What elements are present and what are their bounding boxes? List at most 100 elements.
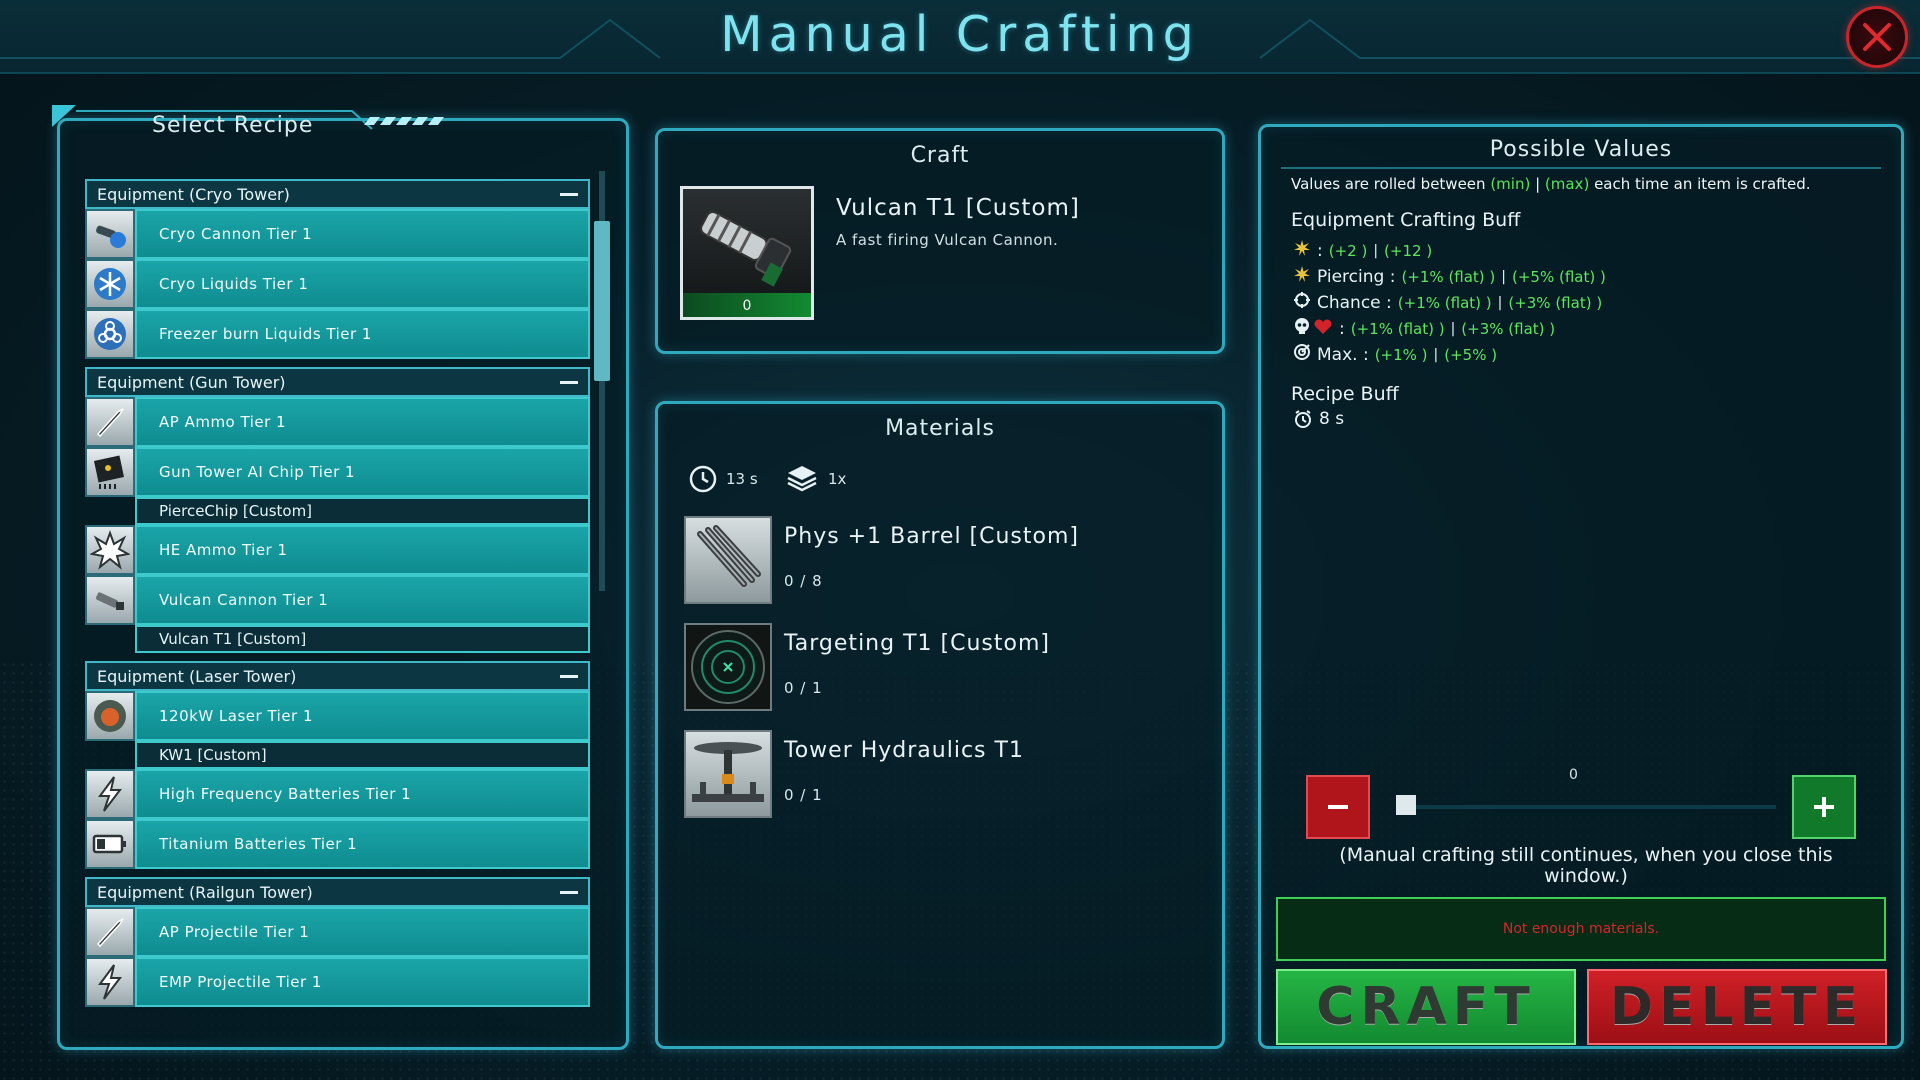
material-count: 0 / 1 bbox=[784, 786, 823, 804]
buff-line: Piercing : (+1% (flat) ) | (+5% (flat) ) bbox=[1293, 265, 1606, 288]
status-text: Not enough materials. bbox=[1502, 921, 1660, 937]
burst-icon bbox=[1293, 239, 1311, 262]
recipe-variant-item[interactable]: Vulcan T1 [Custom] bbox=[85, 625, 590, 653]
recipe-time-line: 8 s bbox=[1293, 409, 1344, 429]
material-count: 0 / 8 bbox=[784, 572, 823, 590]
recipe-item[interactable]: Gun Tower AI Chip Tier 1 bbox=[85, 447, 590, 497]
clock-icon bbox=[689, 465, 717, 493]
buff-line: : (+1% (flat) ) | (+3% (flat) ) bbox=[1293, 317, 1555, 340]
bullet-icon bbox=[85, 907, 135, 957]
target-icon bbox=[1293, 343, 1311, 366]
craft-button[interactable]: CRAFT bbox=[1276, 969, 1576, 1045]
recipe-group-name: Equipment (Railgun Tower) bbox=[97, 882, 313, 902]
recipe-group-header[interactable]: Equipment (Laser Tower) bbox=[85, 661, 590, 691]
craft-panel-title: Craft bbox=[910, 143, 970, 168]
quantity-slider-handle[interactable] bbox=[1396, 795, 1416, 815]
buff-max: (+5% (flat) ) bbox=[1512, 267, 1606, 286]
laser-icon bbox=[85, 691, 135, 741]
delete-button[interactable]: DELETE bbox=[1587, 969, 1887, 1045]
buff-sep: | bbox=[1450, 320, 1456, 337]
material-thumbnail bbox=[684, 516, 772, 604]
bullet-icon bbox=[85, 397, 135, 447]
buff-max: (+3% (flat) ) bbox=[1461, 319, 1556, 338]
recipe-label: Titanium Batteries Tier 1 bbox=[135, 819, 590, 869]
recipe-label: High Frequency Batteries Tier 1 bbox=[135, 769, 590, 819]
recipe-variant-item[interactable]: KW1 [Custom] bbox=[85, 741, 590, 769]
decrease-quantity-button[interactable] bbox=[1306, 775, 1370, 839]
craft-time: 13 s bbox=[726, 470, 758, 488]
cannon-icon bbox=[85, 209, 135, 259]
recipe-item[interactable]: Vulcan Cannon Tier 1 bbox=[85, 575, 590, 625]
recipe-group-header[interactable]: Equipment (Railgun Tower) bbox=[85, 877, 590, 907]
craft-stack: 1x bbox=[828, 470, 847, 488]
buff-min: (+1% (flat) ) bbox=[1397, 293, 1492, 312]
buff-sep: | bbox=[1373, 242, 1379, 259]
craft-panel: Craft 0 Vulcan T1 [Custom] A fast firing… bbox=[655, 128, 1225, 354]
alarm-clock-icon bbox=[1295, 410, 1311, 428]
recipe-item[interactable]: Freezer burn Liquids Tier 1 bbox=[85, 309, 590, 359]
recipe-buff-heading: Recipe Buff bbox=[1291, 383, 1399, 405]
collapse-icon[interactable] bbox=[560, 674, 578, 678]
recipe-label: Vulcan T1 [Custom] bbox=[135, 625, 590, 653]
recipe-item[interactable]: High Frequency Batteries Tier 1 bbox=[85, 769, 590, 819]
recipe-scrollbar-thumb[interactable] bbox=[594, 221, 610, 381]
recipe-item[interactable]: 120kW Laser Tier 1 bbox=[85, 691, 590, 741]
recipe-panel: Select Recipe Equipment (Cryo Tower) Cryo… bbox=[52, 105, 629, 1050]
recipe-item[interactable]: EMP Projectile Tier 1 bbox=[85, 957, 590, 1007]
biohazard-icon bbox=[85, 309, 135, 359]
possible-values-title: Possible Values bbox=[1489, 137, 1673, 162]
recipe-variant-item[interactable]: PierceChip [Custom] bbox=[85, 497, 590, 525]
close-icon bbox=[1863, 23, 1891, 51]
lightning-icon bbox=[85, 769, 135, 819]
hydraulics-icon bbox=[692, 742, 764, 802]
close-button[interactable] bbox=[1846, 6, 1908, 68]
skull-heart-icon bbox=[1293, 317, 1333, 340]
increase-quantity-button[interactable] bbox=[1792, 775, 1856, 839]
vulcan-cannon-icon bbox=[700, 210, 792, 287]
craft-item-thumbnail: 0 bbox=[680, 186, 814, 320]
buff-min: (+1% (flat) ) bbox=[1401, 267, 1496, 286]
materials-panel-title: Materials bbox=[885, 416, 995, 441]
page-title: Manual Crafting bbox=[720, 6, 1200, 63]
equipment-buff-heading: Equipment Crafting Buff bbox=[1291, 209, 1521, 231]
material-thumbnail bbox=[684, 623, 772, 711]
collapse-icon[interactable] bbox=[560, 192, 578, 196]
buff-line: : (+2 ) | (+12 ) bbox=[1293, 239, 1432, 262]
buff-label: Piercing : bbox=[1317, 266, 1396, 287]
crosshair-icon bbox=[1293, 291, 1311, 314]
recipe-item[interactable]: Cryo Cannon Tier 1 bbox=[85, 209, 590, 259]
manual-crafting-note: (Manual crafting still continues, when y… bbox=[1339, 844, 1833, 887]
recipe-label: KW1 [Custom] bbox=[135, 741, 590, 769]
recipe-item[interactable]: AP Projectile Tier 1 bbox=[85, 907, 590, 957]
recipe-group-header[interactable]: Equipment (Gun Tower) bbox=[85, 367, 590, 397]
material-count: 0 / 1 bbox=[784, 679, 823, 697]
recipe-label: AP Projectile Tier 1 bbox=[135, 907, 590, 957]
radar-icon bbox=[691, 630, 765, 704]
buff-line: Chance : (+1% (flat) ) | (+3% (flat) ) bbox=[1293, 291, 1602, 314]
recipe-item[interactable]: HE Ammo Tier 1 bbox=[85, 525, 590, 575]
recipe-item[interactable]: AP Ammo Tier 1 bbox=[85, 397, 590, 447]
barrel-icon bbox=[697, 525, 761, 587]
buff-sep: | bbox=[1497, 294, 1503, 311]
title-bar: Manual Crafting bbox=[0, 0, 1920, 74]
buff-max: (+5% ) bbox=[1444, 345, 1498, 364]
buff-label: Chance : bbox=[1317, 292, 1392, 313]
recipe-item[interactable]: Titanium Batteries Tier 1 bbox=[85, 819, 590, 869]
burst-icon bbox=[1293, 265, 1311, 288]
snowflake-icon bbox=[85, 259, 135, 309]
recipe-label: Gun Tower AI Chip Tier 1 bbox=[135, 447, 590, 497]
buff-label: : bbox=[1317, 240, 1323, 261]
collapse-icon[interactable] bbox=[560, 380, 578, 384]
collapse-icon[interactable] bbox=[560, 890, 578, 894]
recipe-label: 120kW Laser Tier 1 bbox=[135, 691, 590, 741]
buff-min: (+1% (flat) ) bbox=[1350, 319, 1445, 338]
material-row: Tower Hydraulics T1 0 / 1 bbox=[684, 730, 1204, 820]
craft-item-name: Vulcan T1 [Custom] bbox=[836, 195, 1080, 221]
recipe-group-header[interactable]: Equipment (Cryo Tower) bbox=[85, 179, 590, 209]
recipe-item[interactable]: Cryo Liquids Tier 1 bbox=[85, 259, 590, 309]
quantity-slider-track[interactable] bbox=[1396, 805, 1776, 809]
recipe-label: HE Ammo Tier 1 bbox=[135, 525, 590, 575]
craft-item-count: 0 bbox=[742, 298, 752, 314]
buff-min: (+2 ) bbox=[1328, 241, 1368, 260]
